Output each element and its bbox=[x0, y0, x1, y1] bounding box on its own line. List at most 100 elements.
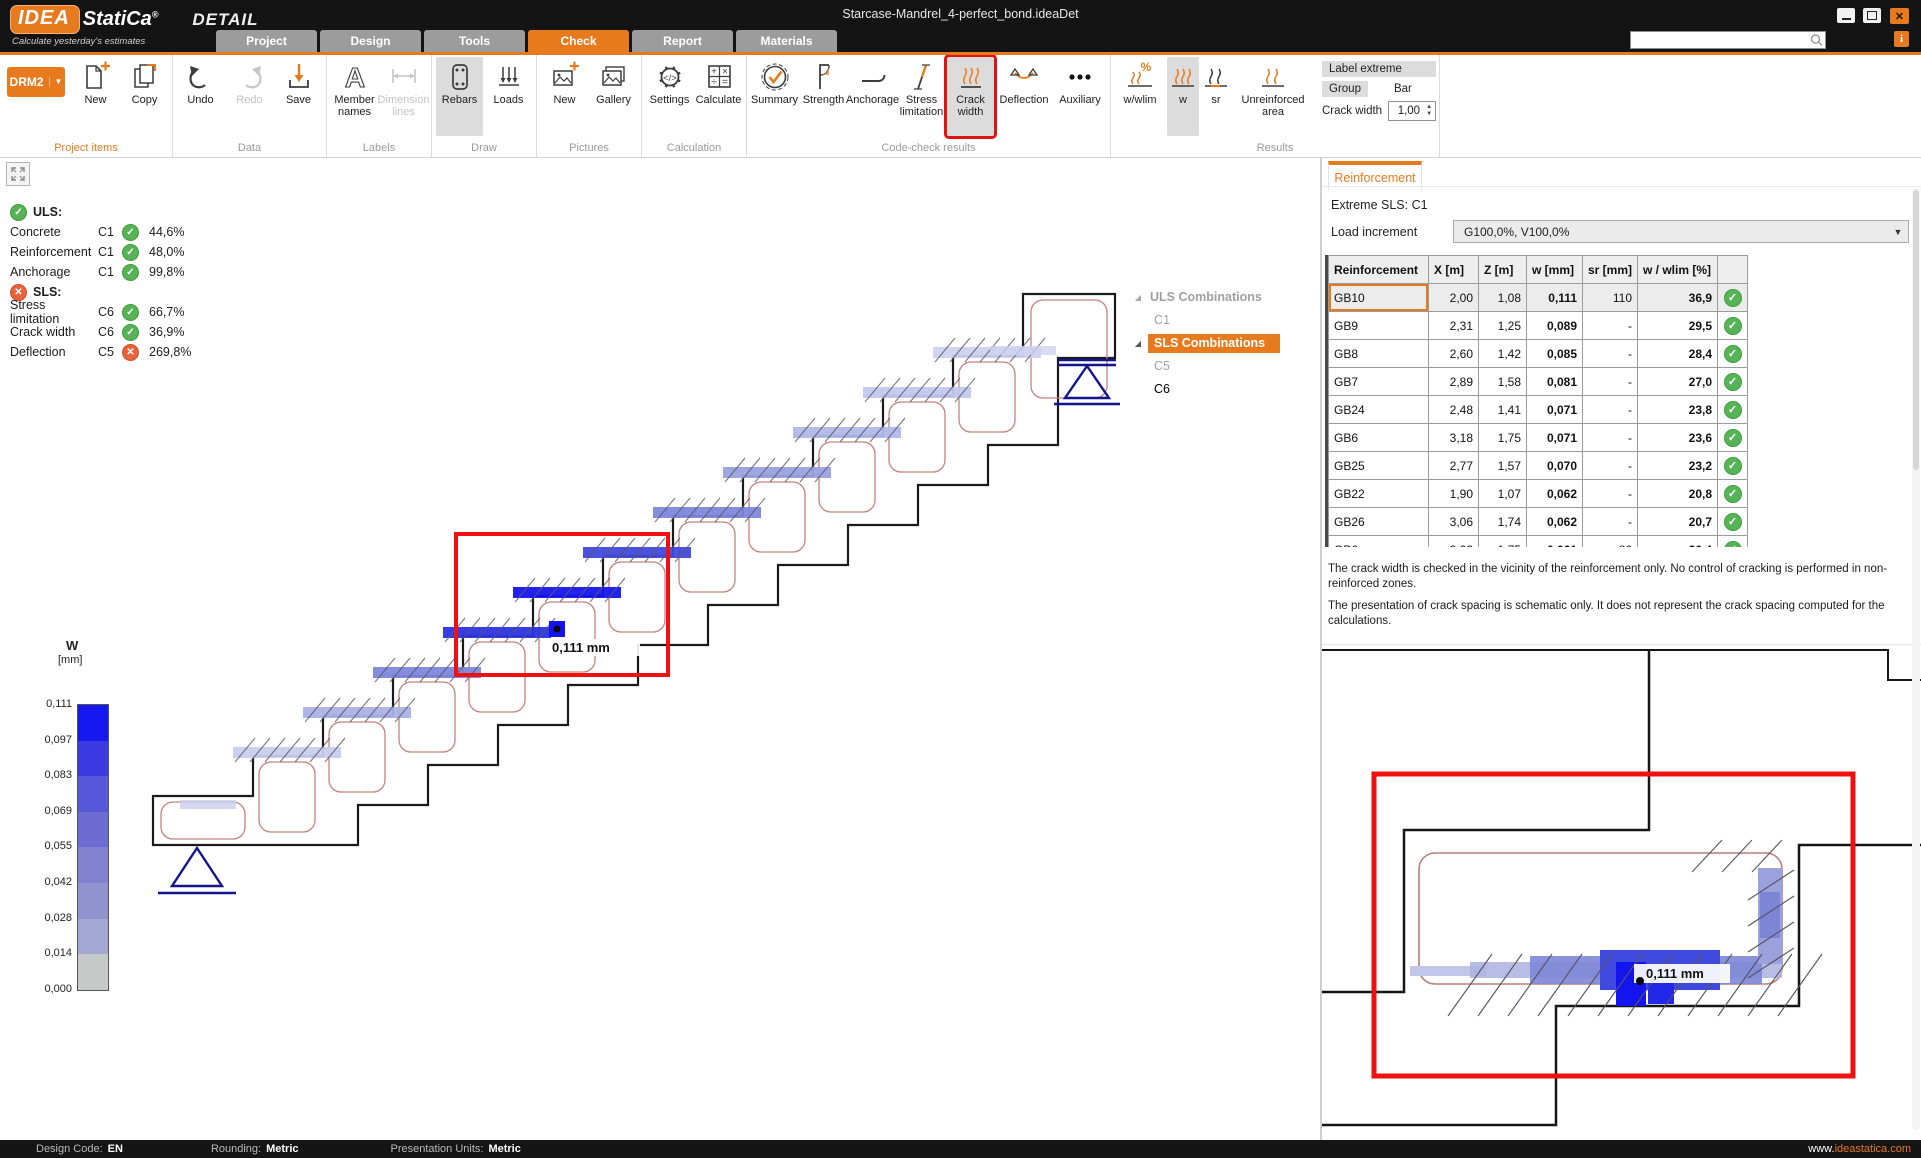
ribbon-button-deflection[interactable]: Deflection bbox=[996, 57, 1052, 136]
tree-expand-icon[interactable]: ◢ bbox=[1128, 293, 1148, 302]
ribbon-button-new[interactable]: New bbox=[541, 57, 588, 136]
ribbon-button-stress-limitation[interactable]: Stress limitation bbox=[898, 57, 945, 136]
table-row-gb22[interactable]: GB221,901,070,062-20,8✓ bbox=[1329, 480, 1748, 508]
project-item-selector[interactable]: DRM2▼ bbox=[7, 67, 65, 97]
check-pass-icon: ✓ bbox=[122, 224, 139, 241]
summary-row-reinforcement: ReinforcementC1✓48,0% bbox=[10, 242, 191, 262]
ribbon-button-w[interactable]: w bbox=[1167, 57, 1199, 136]
info-button[interactable]: i bbox=[1894, 31, 1909, 47]
tab-tools[interactable]: Tools bbox=[424, 30, 525, 52]
combination-c1[interactable]: C1 bbox=[1128, 309, 1308, 332]
main-canvas[interactable]: 0,111 mm ✓ULS:ConcreteC1✓44,6%Reinforcem… bbox=[0, 158, 1320, 1140]
column-header[interactable]: w [mm] bbox=[1527, 256, 1583, 284]
maximize-button[interactable] bbox=[1863, 8, 1881, 23]
load-increment-select[interactable]: G100,0%, V100,0% ▼ bbox=[1453, 220, 1909, 243]
tab-materials[interactable]: Materials bbox=[736, 30, 837, 52]
ribbon-button-save[interactable]: Save bbox=[275, 57, 322, 136]
close-button[interactable]: ✕ bbox=[1890, 8, 1909, 24]
legend-tick: 0,014 bbox=[0, 947, 72, 959]
ribbon-button-summary[interactable]: Summary bbox=[751, 57, 798, 136]
ribbon-button-w-wlim[interactable]: %w/wlim bbox=[1115, 57, 1165, 136]
crack-width-scale-input[interactable]: 1,00▲▼ bbox=[1388, 101, 1436, 121]
combination-c5[interactable]: C5 bbox=[1128, 355, 1308, 378]
ribbon-button-new[interactable]: New bbox=[72, 57, 119, 136]
ribbon-button-calculate[interactable]: +×÷=Calculate bbox=[695, 57, 742, 136]
sr-icon bbox=[1199, 58, 1233, 95]
legend-tick: 0,097 bbox=[0, 734, 72, 746]
legend-title: W bbox=[66, 638, 78, 653]
ribbon-button-label: Rebars bbox=[442, 95, 477, 107]
strength-icon bbox=[807, 58, 841, 95]
load-increment-value: G100,0%, V100,0% bbox=[1454, 225, 1888, 239]
idea-statica-detail-window: IDEA StatiCa® DETAIL Calculate yesterday… bbox=[0, 0, 1921, 1158]
column-header[interactable]: w / wlim [%] bbox=[1638, 256, 1718, 284]
ribbon-button-settings[interactable]: </>Settings bbox=[646, 57, 693, 136]
ribbon-button-sr[interactable]: sr bbox=[1201, 57, 1231, 136]
support-bottom bbox=[158, 848, 236, 893]
tab-report[interactable]: Report bbox=[632, 30, 733, 52]
scrollbar-thumb[interactable] bbox=[1913, 190, 1919, 470]
column-header[interactable]: Reinforcement bbox=[1329, 256, 1429, 284]
table-row-gb7[interactable]: GB72,891,580,081-27,0✓ bbox=[1329, 368, 1748, 396]
ribbon-button-copy[interactable]: Copy bbox=[121, 57, 168, 136]
tab-divider bbox=[1322, 186, 1921, 187]
column-header[interactable]: Z [m] bbox=[1479, 256, 1527, 284]
reinforcement-table[interactable]: ReinforcementX [m]Z [m]w [mm]sr [mm]w / … bbox=[1325, 255, 1752, 547]
calculate-icon: +×÷= bbox=[702, 58, 736, 95]
ribbon-button-loads[interactable]: Loads bbox=[485, 57, 532, 136]
search-input[interactable] bbox=[1631, 33, 1809, 47]
table-row-gb24[interactable]: GB242,481,410,071-23,8✓ bbox=[1329, 396, 1748, 424]
ribbon-button-unreinforced-area[interactable]: Unreinforced area bbox=[1233, 57, 1313, 136]
svg-text:=: = bbox=[722, 77, 728, 88]
table-row-gb9[interactable]: GB92,311,250,089-29,5✓ bbox=[1329, 312, 1748, 340]
bar-toggle[interactable]: Bar bbox=[1394, 83, 1412, 95]
ribbon: DRM2▼NewCopyProject itemsUndoRedoSaveDat… bbox=[0, 55, 1921, 158]
group-toggle[interactable]: Group bbox=[1322, 81, 1368, 97]
table-row-gb6[interactable]: GB63,221,750,0618620,4✓ bbox=[1329, 536, 1748, 548]
ribbon-button-label: Gallery bbox=[596, 95, 631, 107]
website-link[interactable]: www.ideastatica.com bbox=[1808, 1143, 1911, 1155]
svg-text:</>: </> bbox=[663, 73, 677, 84]
ribbon-button-gallery[interactable]: Gallery bbox=[590, 57, 637, 136]
ribbon-button-label: Strength bbox=[803, 95, 845, 107]
ribbon-button-label: Calculate bbox=[696, 95, 742, 107]
tab-design[interactable]: Design bbox=[320, 30, 421, 52]
ribbon-group-label: Project items bbox=[3, 141, 169, 157]
table-row-gb8[interactable]: GB82,601,420,085-28,4✓ bbox=[1329, 340, 1748, 368]
expand-view-button[interactable] bbox=[6, 162, 30, 186]
combination-sls-combinations[interactable]: ◢SLS Combinations bbox=[1128, 332, 1308, 355]
ribbon-button-dimension-lines[interactable]: Dimension lines bbox=[380, 57, 427, 136]
spinner-arrows[interactable]: ▲▼ bbox=[1423, 104, 1435, 118]
panel-scrollbar[interactable] bbox=[1912, 188, 1920, 1130]
ribbon-button-redo[interactable]: Redo bbox=[226, 57, 273, 136]
table-row-gb10[interactable]: GB102,001,080,11111036,9✓ bbox=[1329, 284, 1748, 312]
load-increment-label: Load increment bbox=[1331, 225, 1417, 239]
column-header[interactable]: X [m] bbox=[1429, 256, 1479, 284]
rounding-status: Rounding:Metric bbox=[211, 1143, 299, 1155]
minimize-button[interactable] bbox=[1837, 8, 1855, 23]
tree-expand-icon[interactable]: ◢ bbox=[1128, 339, 1148, 348]
ribbon-group-label: Pictures bbox=[540, 141, 638, 157]
combination-uls-combinations[interactable]: ◢ULS Combinations bbox=[1128, 286, 1308, 309]
table-row-gb25[interactable]: GB252,771,570,070-23,2✓ bbox=[1329, 452, 1748, 480]
row-status-icon: ✓ bbox=[1724, 541, 1742, 548]
table-row-gb6[interactable]: GB63,181,750,071-23,6✓ bbox=[1329, 424, 1748, 452]
column-header[interactable]: sr [mm] bbox=[1583, 256, 1638, 284]
copy-icon bbox=[128, 58, 162, 95]
crack-marker-label: 0,111 mm bbox=[552, 640, 610, 655]
ribbon-button-member-names[interactable]: AMember names bbox=[331, 57, 378, 136]
tab-project[interactable]: Project bbox=[216, 30, 317, 52]
ribbon-group-label: Data bbox=[176, 141, 323, 157]
ribbon-button-undo[interactable]: Undo bbox=[177, 57, 224, 136]
ribbon-button-crack-width[interactable]: Crack width bbox=[947, 57, 994, 136]
label-extreme-toggle[interactable]: Label extreme bbox=[1322, 61, 1436, 77]
tab-check[interactable]: Check bbox=[528, 30, 629, 52]
ribbon-button-anchorage[interactable]: Anchorage bbox=[849, 57, 896, 136]
ribbon-button-rebars[interactable]: Rebars bbox=[436, 57, 483, 136]
ribbon-button-strength[interactable]: Strength bbox=[800, 57, 847, 136]
ribbon-button-auxiliary[interactable]: Auxiliary bbox=[1054, 57, 1106, 136]
ribbon-group-label: Labels bbox=[330, 141, 428, 157]
table-row-gb26[interactable]: GB263,061,740,062-20,7✓ bbox=[1329, 508, 1748, 536]
combination-c6[interactable]: C6 bbox=[1128, 378, 1308, 401]
chevron-down-icon: ▼ bbox=[49, 77, 63, 87]
